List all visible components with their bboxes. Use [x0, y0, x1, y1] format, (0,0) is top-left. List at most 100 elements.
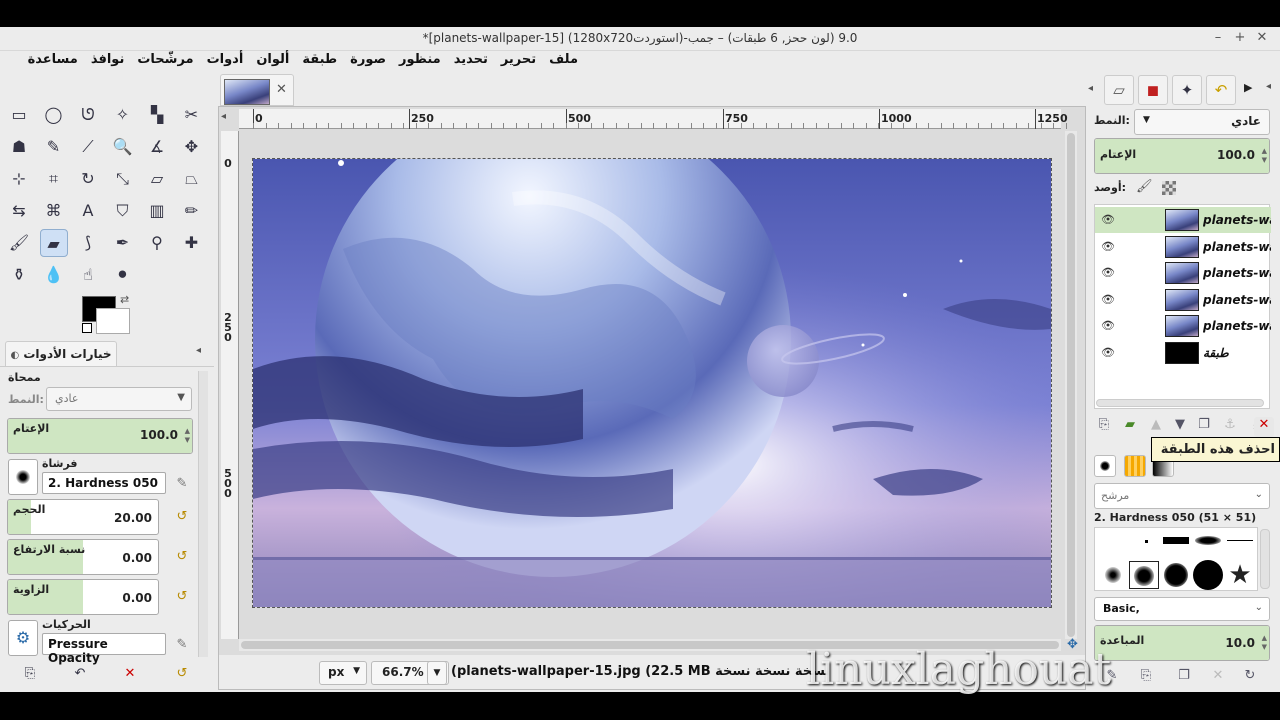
opacity-slider[interactable]: الإعتام 100.0 ▲ ▼ [7, 418, 193, 454]
brush-filter-field[interactable]: مرشح ⌄ [1094, 483, 1270, 509]
brush-name-field[interactable]: 2. Hardness 050 [42, 472, 166, 494]
visibility-eye-icon[interactable]: 👁 [1101, 266, 1115, 279]
reset-options-icon[interactable]: ↺ [172, 664, 192, 684]
lower-layer-icon[interactable]: ▼ [1170, 417, 1190, 437]
layer-row[interactable]: 👁 planets-wallpaper-15 [1095, 287, 1271, 313]
menu-file[interactable]: ملف [549, 52, 578, 67]
eraser-icon[interactable]: ▰ [39, 229, 68, 257]
edit-brush-icon[interactable]: ✎ [172, 474, 192, 494]
undo-history-tab-icon[interactable]: ↶ [1206, 75, 1236, 105]
paintbrush-icon[interactable]: 🖌 [5, 229, 33, 257]
ellipse-select-icon[interactable]: ◯ [40, 101, 68, 129]
fuzzy-select-icon[interactable]: ✧ [109, 101, 137, 129]
paths-icon[interactable]: ✎ [40, 133, 68, 161]
duplicate-brush-icon[interactable]: ❐ [1174, 668, 1194, 688]
layer-row[interactable]: 👁 planets-wallpaper-15 [1095, 234, 1271, 260]
brush-hardness-075-icon[interactable] [1161, 561, 1191, 589]
cage-icon[interactable]: ⌘ [40, 197, 68, 225]
edit-dynamics-icon[interactable]: ✎ [172, 635, 192, 655]
close-button[interactable]: ✕ [1254, 30, 1270, 46]
reset-aspect-icon[interactable]: ↺ [172, 547, 192, 567]
brushes-tab-icon[interactable] [1094, 455, 1116, 477]
new-brush-icon[interactable]: ⎘ [1136, 668, 1156, 688]
clone-icon[interactable]: ⚲ [143, 229, 171, 257]
layer-row[interactable]: 👁 planets-wallpaper-15 [1095, 260, 1271, 286]
brush-star-icon[interactable]: ★ [1225, 561, 1255, 589]
mode-select[interactable]: عادي ▼ [46, 387, 192, 411]
refresh-brushes-icon[interactable]: ↻ [1240, 668, 1260, 688]
crop-icon[interactable]: ⌗ [40, 165, 68, 193]
text-icon[interactable]: A [74, 197, 102, 225]
brush-hardness-100-icon[interactable] [1193, 560, 1223, 590]
menu-layer[interactable]: طبقة [302, 52, 337, 67]
save-options-icon[interactable]: ⎘ [20, 664, 40, 684]
brush-hardness-050-icon[interactable] [1129, 561, 1159, 589]
move-icon[interactable]: ✥ [178, 133, 206, 161]
perspective-clone-icon[interactable]: ⚱ [5, 261, 33, 289]
heal-icon[interactable]: ✚ [178, 229, 206, 257]
reset-size-icon[interactable]: ↺ [172, 507, 192, 527]
delete-layer-icon[interactable]: ✕ [1254, 417, 1274, 437]
brush-block-icon[interactable] [1161, 530, 1191, 558]
perspective-icon[interactable]: ⏢ [178, 165, 206, 193]
color-picker-icon[interactable]: ⟋ [74, 133, 102, 161]
flip-icon[interactable]: ⇆ [5, 197, 33, 225]
scissors-icon[interactable]: ✂ [178, 101, 206, 129]
menu-image[interactable]: صورة [350, 52, 386, 67]
free-select-icon[interactable]: ᘎ [74, 101, 102, 129]
lock-pixels-icon[interactable]: 🖌 [1136, 179, 1153, 194]
duplicate-layer-icon[interactable]: ❐ [1194, 417, 1214, 437]
menu-windows[interactable]: نوافذ [91, 52, 125, 67]
vertical-ruler[interactable]: 0 250 500 [221, 131, 239, 639]
visibility-eye-icon[interactable]: 👁 [1101, 319, 1115, 332]
layers-h-scrollbar[interactable] [1096, 399, 1264, 407]
raise-layer-icon[interactable]: ▲ [1146, 417, 1166, 437]
menu-filters[interactable]: مرشّحات [137, 52, 193, 67]
smudge-icon[interactable]: ☝ [74, 261, 102, 289]
brush-preview[interactable] [8, 459, 38, 495]
bucket-fill-icon[interactable]: ⛉ [109, 197, 137, 225]
swap-colors-icon[interactable]: ⇄ [120, 293, 129, 306]
layer-opacity-slider[interactable]: الإعتام 100.0 ▲ ▼ [1094, 138, 1270, 174]
visibility-eye-icon[interactable]: 👁 [1101, 240, 1115, 253]
horizontal-ruler[interactable]: 0 250 500 750 1000 1250 [239, 109, 1068, 129]
quick-mask-icon[interactable]: ◂ [221, 111, 226, 122]
brush-pixel-icon[interactable] [1131, 530, 1161, 558]
align-icon[interactable]: ⊹ [5, 165, 33, 193]
tool-options-scrollbar[interactable] [198, 371, 208, 657]
dynamics-icon[interactable]: ⚙ [8, 620, 38, 656]
spacing-slider[interactable]: المباعدة 10.0 ▲ ▼ [1094, 625, 1270, 661]
layer-row[interactable]: 👁 planets-wallpaper-15 [1095, 313, 1271, 339]
reset-colors-icon[interactable] [82, 323, 92, 333]
maximize-button[interactable]: + [1232, 30, 1248, 46]
tabs-scroll-right-icon[interactable]: ▶ [1244, 81, 1252, 94]
blur-icon[interactable]: 💧 [40, 261, 68, 289]
close-tab-icon[interactable]: ✕ [276, 82, 287, 97]
angle-slider[interactable]: الزاوية 0.00 [7, 579, 159, 615]
menu-view[interactable]: منظور [399, 52, 441, 67]
tool-options-tab[interactable]: ◐ خيارات الأدوات [5, 341, 117, 366]
reset-angle-icon[interactable]: ↺ [172, 587, 192, 607]
size-slider[interactable]: الحجم 20.00 [7, 499, 159, 535]
image-tab[interactable]: ✕ [220, 74, 294, 106]
delete-brush-icon[interactable]: ✕ [1208, 668, 1228, 688]
brush-grid-scrollbar[interactable] [1260, 529, 1270, 589]
image-canvas[interactable] [252, 158, 1052, 608]
rotate-icon[interactable]: ↻ [74, 165, 102, 193]
visibility-eye-icon[interactable]: 👁 [1101, 213, 1115, 226]
brush-line-icon[interactable] [1225, 530, 1255, 558]
layer-mode-select[interactable]: عادي ▼ [1134, 109, 1270, 135]
background-color-swatch[interactable] [96, 308, 130, 334]
vertical-scroll-thumb[interactable] [1067, 133, 1075, 637]
ink-icon[interactable]: ✒ [109, 229, 137, 257]
unit-select[interactable]: px ▼ [319, 661, 367, 685]
layers-tab-icon[interactable]: ▱ [1104, 75, 1134, 105]
brush-grid[interactable]: ★ [1094, 527, 1258, 591]
scale-icon[interactable]: ⤡ [109, 165, 137, 193]
menu-edit[interactable]: تحرير [501, 52, 536, 67]
rect-select-icon[interactable]: ▭ [5, 101, 33, 129]
patterns-tab-icon[interactable] [1124, 455, 1146, 477]
measure-icon[interactable]: ∡ [143, 133, 171, 161]
delete-options-icon[interactable]: ✕ [120, 664, 140, 684]
minimize-button[interactable]: – [1210, 30, 1226, 46]
